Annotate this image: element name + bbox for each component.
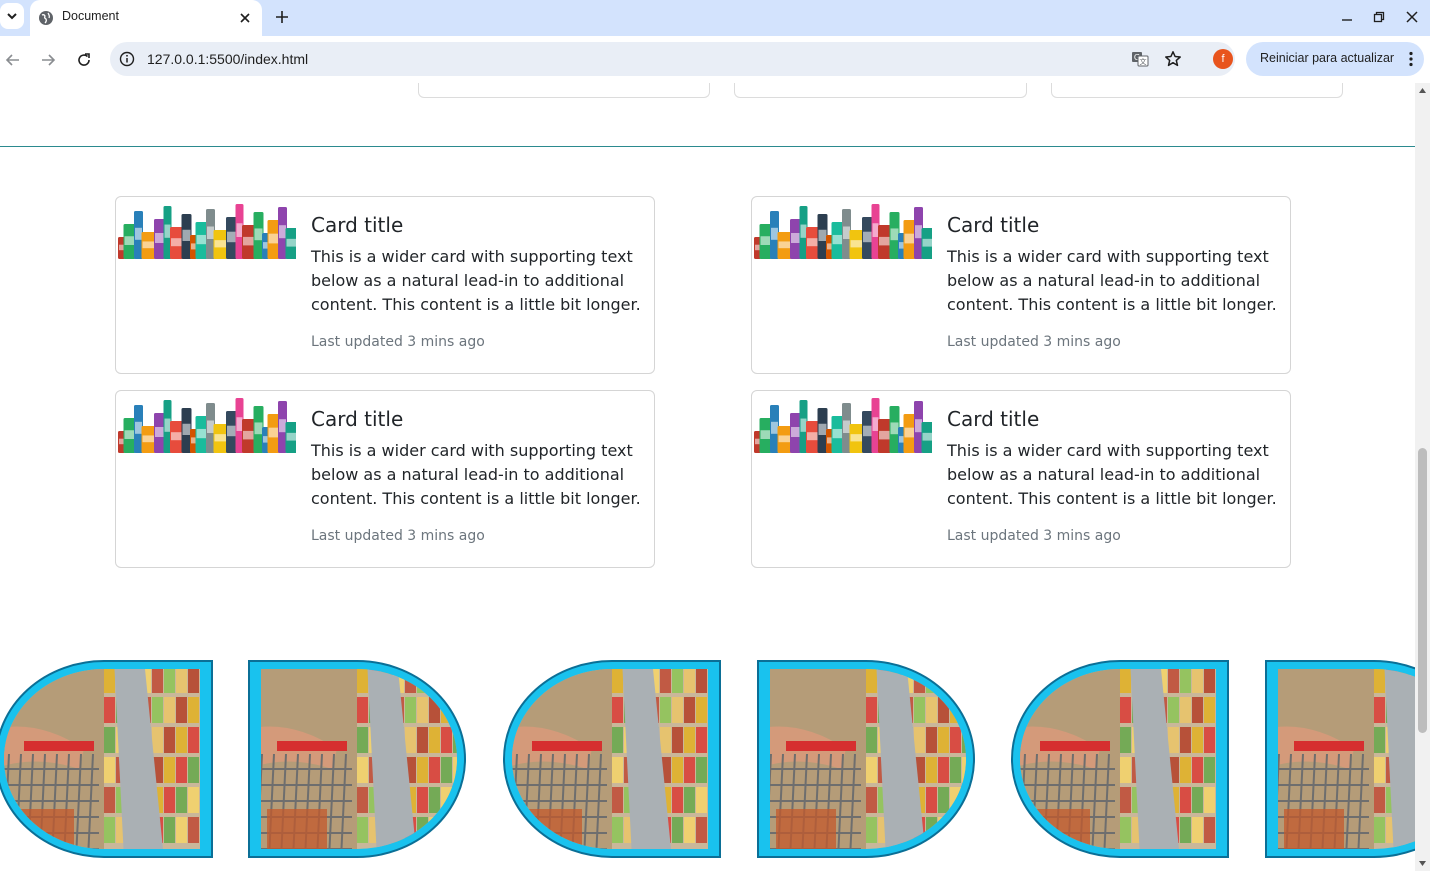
card-updated: Last updated 3 mins ago [311,334,485,350]
url-text[interactable]: 127.0.0.1:5500/index.html [147,51,308,67]
restore-button[interactable] [1369,7,1389,27]
browser-toolbar: 127.0.0.1:5500/index.html G文 f Reiniciar… [0,36,1430,83]
supermarket-photo [757,660,975,858]
horizontal-card: Card title This is a wider card with sup… [751,196,1291,374]
site-info-icon[interactable] [119,51,135,67]
card-text: This is a wider card with supporting tex… [311,441,641,508]
supermarket-photo [1011,660,1229,858]
close-icon [1406,11,1418,23]
partial-card [418,83,710,98]
close-window-button[interactable] [1402,7,1422,27]
page-content: Card title This is a wider card with sup… [0,83,1415,871]
supermarket-photo [248,660,466,858]
back-button[interactable] [1,48,25,72]
partial-card [734,83,1027,98]
forward-button[interactable] [36,48,60,72]
card-title: Card title [947,213,1040,237]
scrollbar-thumb[interactable] [1418,448,1427,733]
products-image [754,398,932,453]
star-icon [1165,51,1181,67]
card-updated: Last updated 3 mins ago [947,528,1121,544]
section-divider [0,146,1415,147]
card-title: Card title [311,213,404,237]
more-menu-icon[interactable] [1408,51,1414,67]
card-updated: Last updated 3 mins ago [311,528,485,544]
card-title: Card title [947,407,1040,431]
restore-icon [1373,11,1385,23]
partial-card [1051,83,1343,98]
minimize-icon [1342,19,1352,21]
tab-search-button[interactable] [0,3,24,29]
globe-icon [39,11,53,25]
horizontal-card: Card title This is a wider card with sup… [751,390,1291,568]
relaunch-update-button[interactable]: Reiniciar para actualizar [1246,42,1424,76]
card-updated: Last updated 3 mins ago [947,334,1121,350]
arrow-left-icon [5,54,19,66]
supermarket-photo [1265,660,1415,858]
bookmark-button[interactable] [1163,49,1183,69]
tab-title: Document [62,9,119,23]
chevron-down-icon [7,13,17,20]
card-text: This is a wider card with supporting tex… [311,247,641,314]
horizontal-card: Card title This is a wider card with sup… [115,196,655,374]
card-text: This is a wider card with supporting tex… [947,247,1277,314]
card-text: This is a wider card with supporting tex… [947,441,1277,508]
reload-button[interactable] [72,48,96,72]
svg-text:文: 文 [1140,57,1147,66]
arrow-right-icon [42,54,56,66]
close-tab-button[interactable] [236,9,254,27]
scroll-down-arrow-icon[interactable] [1418,859,1427,868]
profile-avatar[interactable]: f [1213,49,1233,69]
address-bar[interactable]: 127.0.0.1:5500/index.html G文 [110,42,1235,76]
update-label: Reiniciar para actualizar [1260,51,1395,65]
products-image [754,204,932,259]
translate-icon: G文 [1132,52,1149,67]
tab-strip: Document [0,0,1430,36]
scroll-up-arrow-icon[interactable] [1418,86,1427,95]
card-title: Card title [311,407,404,431]
products-image [118,204,296,259]
products-image [118,398,296,453]
plus-icon [276,11,288,23]
horizontal-card: Card title This is a wider card with sup… [115,390,655,568]
supermarket-photo [503,660,721,858]
new-tab-button[interactable] [272,7,292,27]
minimize-button[interactable] [1337,7,1357,27]
active-tab[interactable]: Document [30,0,262,36]
translate-button[interactable]: G文 [1130,49,1150,69]
close-icon [240,13,250,23]
reload-icon [78,53,90,66]
supermarket-photo [0,660,213,858]
vertical-scrollbar[interactable] [1415,83,1430,871]
